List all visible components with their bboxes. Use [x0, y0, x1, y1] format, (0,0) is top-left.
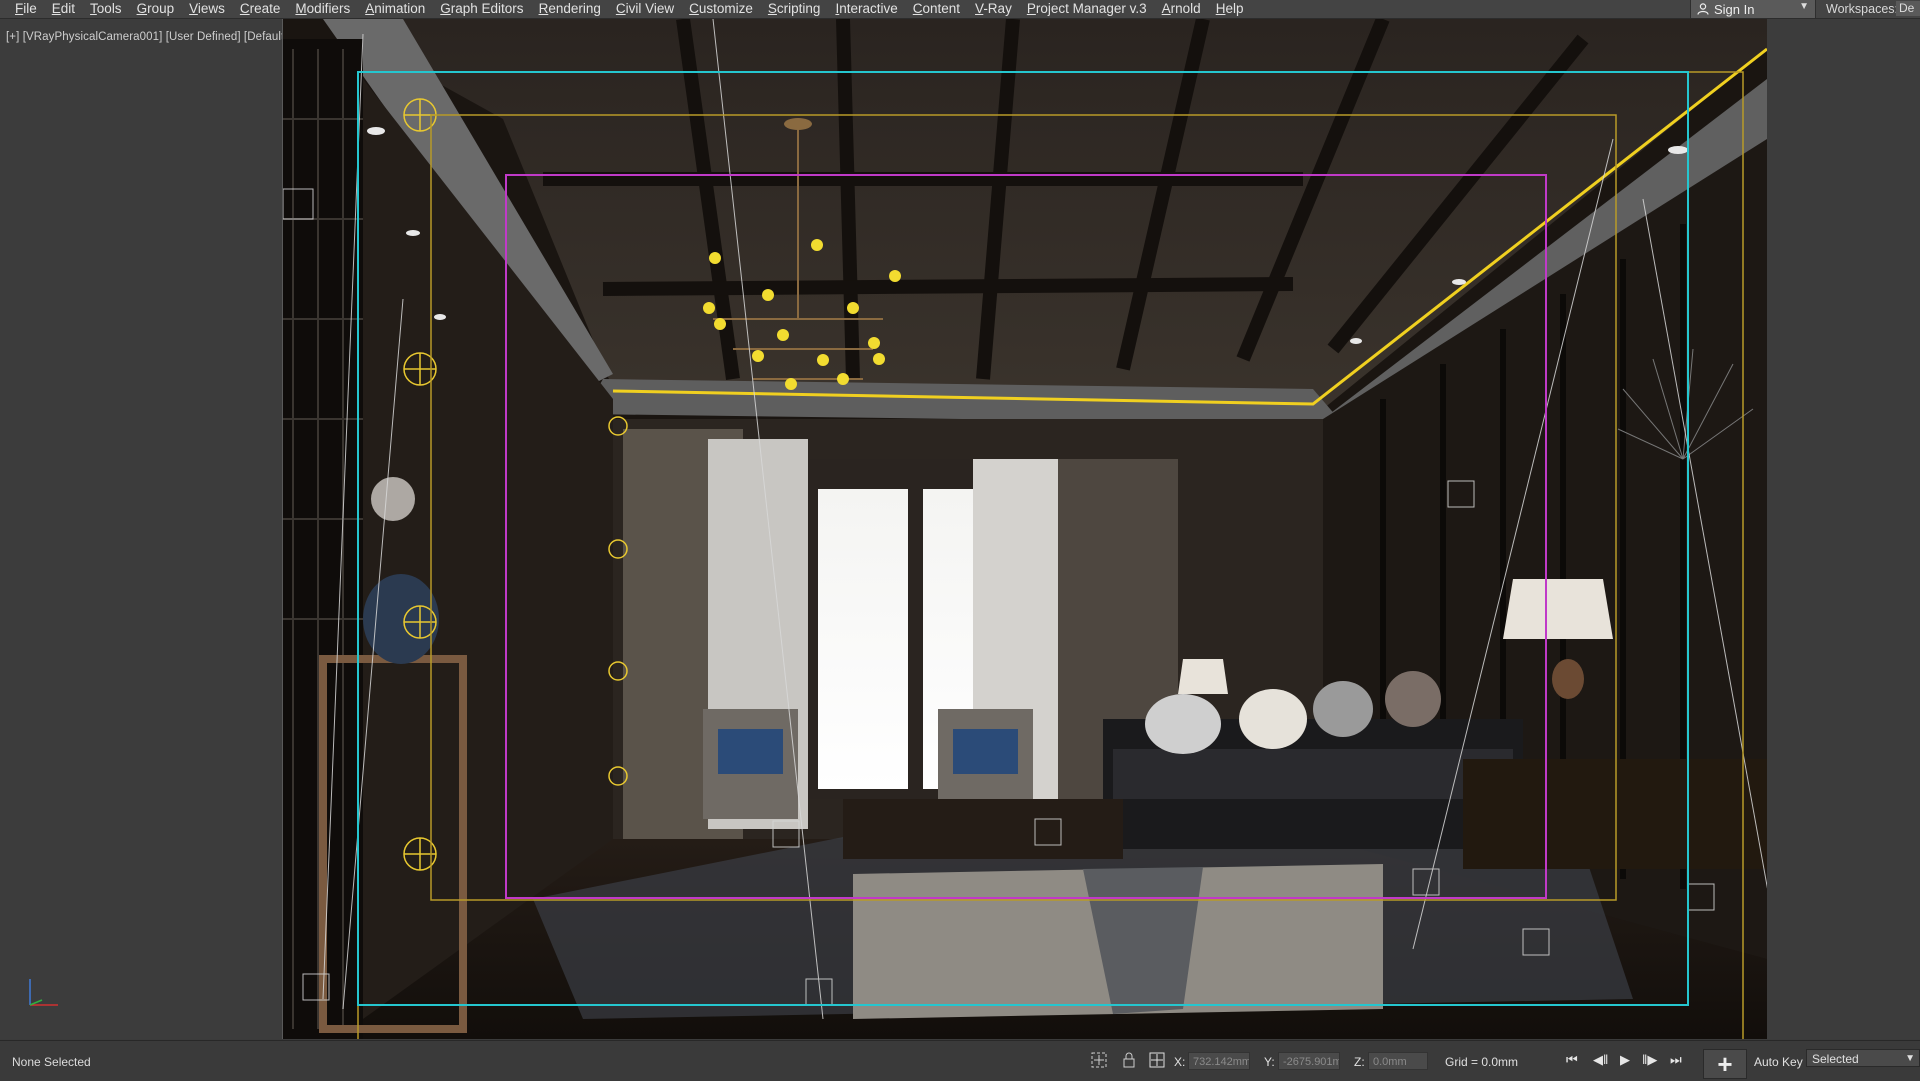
key-filter-dropdown[interactable]: Selected ▼ [1806, 1049, 1920, 1067]
menu-item-content[interactable]: Content [913, 0, 975, 18]
menu-item-help[interactable]: Help [1216, 0, 1259, 18]
armchair-pillow [718, 729, 783, 774]
flower-arrangement [371, 477, 415, 521]
small-lamp-shade [1178, 659, 1228, 694]
menu-item-scripting[interactable]: Scripting [768, 0, 836, 18]
camera-viewport[interactable] [282, 19, 1767, 1039]
cushion [1385, 671, 1441, 727]
user-icon [1697, 3, 1709, 15]
menu-item-v-ray[interactable]: V-Ray [975, 0, 1027, 18]
set-key-button[interactable]: + [1703, 1049, 1747, 1079]
axis-tripod-icon [29, 979, 58, 1006]
grid-size: Grid = 0.0mm [1445, 1055, 1519, 1069]
menu-item-rendering[interactable]: Rendering [539, 0, 616, 18]
left-panel [0, 19, 282, 1039]
menu-item-customize[interactable]: Customize [689, 0, 768, 18]
menu-item-modifiers[interactable]: Modifiers [295, 0, 365, 18]
menu-item-tools[interactable]: Tools [90, 0, 137, 18]
snap-toggle-icon[interactable] [1090, 1051, 1108, 1069]
go-to-start-icon[interactable]: ⏮ [1566, 1052, 1578, 1068]
chevron-down-icon: ▼ [1799, 1, 1809, 12]
sideboard [1463, 759, 1767, 869]
y-coordinate-field[interactable]: -2675.901m [1278, 1052, 1340, 1070]
table-lamp-base [1552, 659, 1584, 699]
menu-item-views[interactable]: Views [189, 0, 240, 18]
menu-item-project-manager-v-3[interactable]: Project Manager v.3 [1027, 0, 1162, 18]
x-coordinate-field[interactable]: 732.142mm [1188, 1052, 1250, 1070]
table-lamp-shade [1503, 579, 1613, 639]
workspaces-dropdown[interactable]: De [1896, 1, 1920, 16]
sign-in-button[interactable]: Sign In ▼ [1690, 0, 1816, 18]
menu-bar: File Edit Tools Group Views Create Modifiers An… [0, 0, 1920, 19]
menu-item-create[interactable]: Create [240, 0, 296, 18]
z-label: Z: [1354, 1055, 1365, 1069]
menu-items: File Edit Tools Group Views Create Modifiers An… [0, 0, 1258, 18]
previous-frame-icon[interactable]: ◀‖ [1593, 1052, 1608, 1068]
lock-icon[interactable] [1120, 1051, 1138, 1069]
coffee-table [843, 799, 1123, 859]
y-label: Y: [1264, 1055, 1275, 1069]
menu-item-arnold[interactable]: Arnold [1162, 0, 1216, 18]
cushion [1145, 694, 1221, 754]
next-frame-icon[interactable]: ‖▶ [1642, 1052, 1657, 1068]
sign-in-label: Sign In [1714, 1, 1755, 17]
selection-status: None Selected [12, 1055, 91, 1069]
cushion [1239, 689, 1307, 749]
absolute-mode-icon[interactable] [1148, 1051, 1166, 1069]
right-panel [1766, 19, 1920, 1039]
x-label: X: [1174, 1055, 1186, 1069]
menu-item-edit[interactable]: Edit [52, 0, 90, 18]
viewport-scene[interactable] [283, 19, 1767, 1039]
menu-item-file[interactable]: File [15, 0, 52, 18]
menu-item-interactive[interactable]: Interactive [835, 0, 912, 18]
play-icon[interactable]: ▶ [1620, 1052, 1630, 1068]
menu-item-animation[interactable]: Animation [365, 0, 440, 18]
sofa-seat [1113, 749, 1513, 799]
z-coordinate-field[interactable]: 0.0mm [1368, 1052, 1428, 1070]
menu-item-civil-view[interactable]: Civil View [616, 0, 689, 18]
menu-item-graph-editors[interactable]: Graph Editors [440, 0, 538, 18]
status-bar: None Selected X: 732.142mm Y: -2675.901m… [0, 1040, 1920, 1081]
window-pane-left [818, 489, 908, 789]
auto-key-button[interactable]: Auto Key [1754, 1055, 1803, 1069]
workspaces-label: Workspaces: [1826, 2, 1899, 16]
go-to-end-icon[interactable]: ⏭ [1670, 1052, 1682, 1068]
menu-item-group[interactable]: Group [137, 0, 190, 18]
armchair-pillow [953, 729, 1018, 774]
cushion [1313, 681, 1373, 737]
key-filter-value: Selected [1812, 1052, 1859, 1066]
vase [363, 574, 439, 664]
chevron-down-icon: ▼ [1905, 1053, 1915, 1064]
